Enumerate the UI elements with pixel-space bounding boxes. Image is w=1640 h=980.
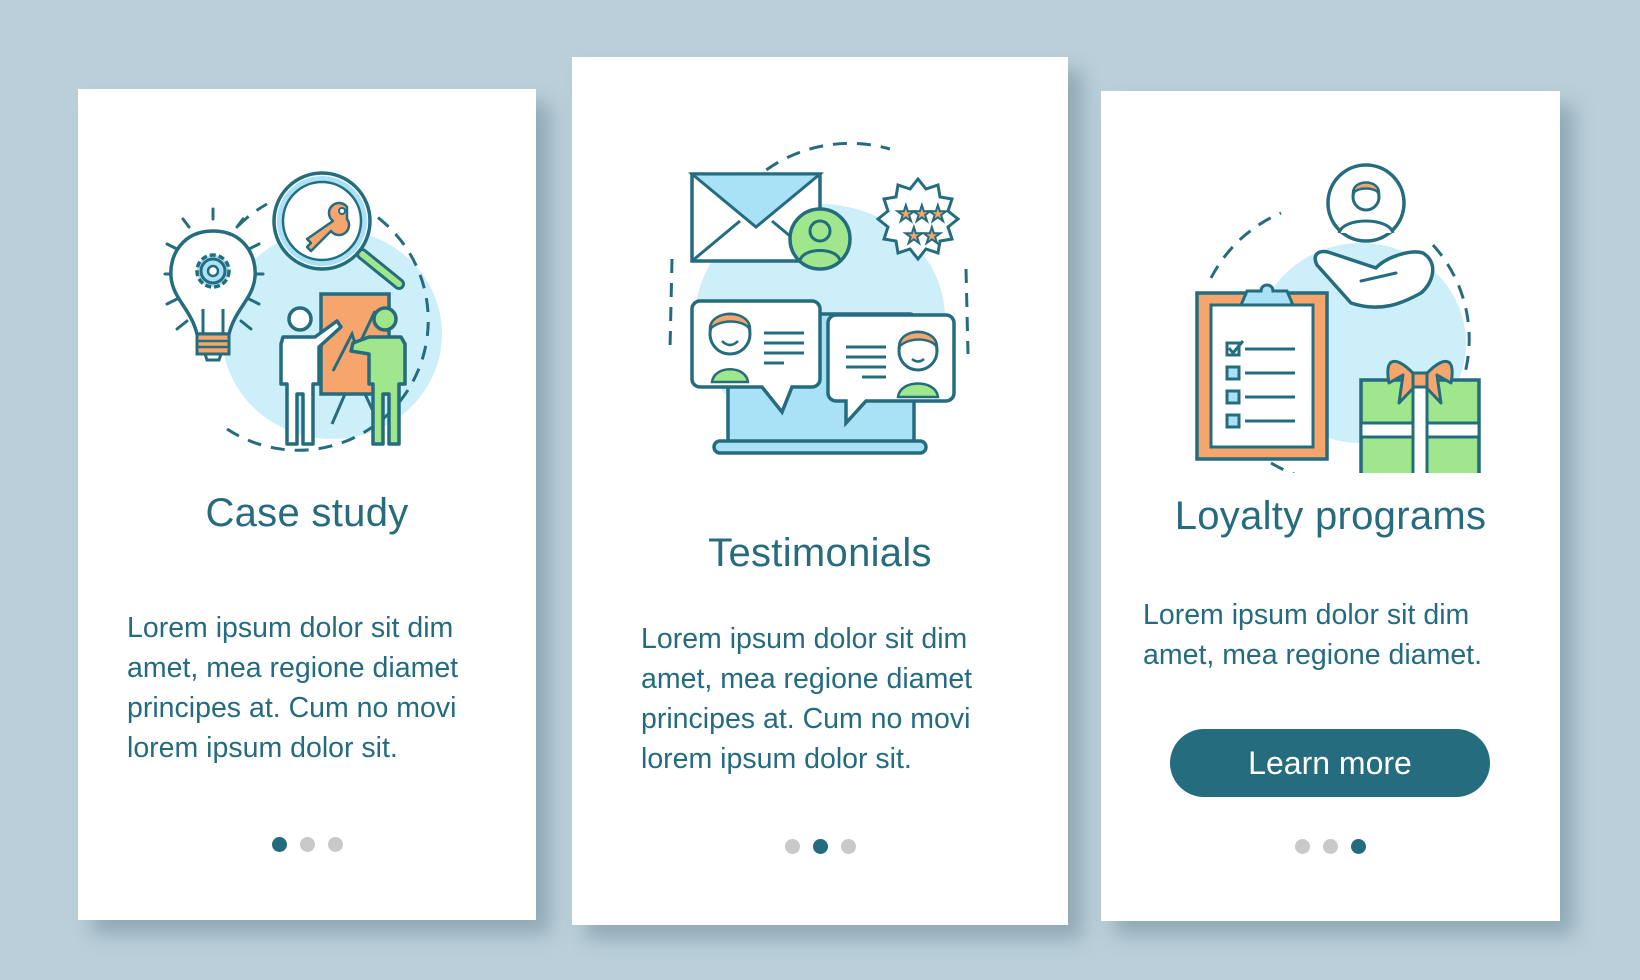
testimonials-illustration-svg: ★ ★ ★ ★ ★ (668, 141, 970, 455)
dashed-orbit-right (964, 268, 970, 355)
description-line: lorem ipsum dolor sit. (127, 732, 398, 764)
description-line: Lorem ipsum dolor sit dim (127, 612, 454, 644)
page-dot-2-active[interactable] (812, 839, 828, 854)
learn-more-button[interactable]: Learn more (1170, 729, 1490, 797)
pagination-dots (78, 837, 536, 852)
page-dot-3-active[interactable] (1351, 839, 1366, 854)
page-dot-1-active[interactable] (271, 837, 287, 852)
description-line: amet, mea regione diamet (641, 663, 973, 695)
page-dot-3[interactable] (327, 837, 343, 852)
page-dot-1[interactable] (1295, 839, 1310, 854)
onboarding-screen-loyalty-programs: Loyalty programs Lorem ipsum dolor sit d… (1101, 91, 1560, 921)
clipboard-checklist-icon (1194, 283, 1329, 461)
screen-description: Lorem ipsum dolor sit dim amet, mea regi… (1143, 595, 1482, 675)
description-line: principes at. Cum no movi (641, 703, 971, 735)
gear-icon (195, 253, 231, 289)
dashed-orbit-left (668, 258, 674, 350)
screen-title: Case study (205, 491, 409, 535)
dashed-orbit-bottom (1269, 461, 1295, 473)
onboarding-screen-testimonials: ★ ★ ★ ★ ★ Testimonials Lorem ipsum dolor… (572, 57, 1068, 925)
user-avatar-icon (788, 207, 852, 271)
page-dot-2[interactable] (1323, 839, 1338, 854)
description-line: Lorem ipsum dolor sit dim (641, 623, 968, 655)
pagination-dots (1101, 839, 1560, 854)
loyalty-programs-illustration (1101, 153, 1560, 473)
pagination-dots (572, 839, 1068, 854)
description-line: amet, mea regione diamet (127, 652, 459, 684)
description-line: lorem ipsum dolor sit. (641, 743, 912, 775)
screen-title: Loyalty programs (1174, 494, 1487, 538)
star-icon: ★ (922, 224, 942, 249)
customer-avatar-icon (1325, 163, 1406, 243)
description-line: amet, mea regione diamet. (1143, 639, 1483, 671)
page-dot-1[interactable] (784, 839, 800, 854)
page-dot-2[interactable] (299, 837, 315, 852)
onboarding-screen-case-study: Case study Lorem ipsum dolor sit dim ame… (78, 89, 536, 920)
description-line: principes at. Cum no movi (127, 692, 457, 724)
dashed-orbit-top (1209, 211, 1282, 279)
description-line: Lorem ipsum dolor sit dim (1143, 599, 1470, 631)
loyalty-programs-illustration-svg (1194, 163, 1481, 473)
screen-description: Lorem ipsum dolor sit dim amet, mea regi… (127, 608, 458, 768)
star-icon: ★ (904, 224, 924, 249)
testimonials-illustration: ★ ★ ★ ★ ★ (572, 129, 1068, 469)
case-study-illustration (78, 159, 536, 459)
screen-description: Lorem ipsum dolor sit dim amet, mea regi… (641, 619, 972, 779)
case-study-illustration-svg (163, 171, 442, 452)
page-dot-3[interactable] (840, 839, 856, 854)
screen-title: Testimonials (708, 531, 932, 575)
